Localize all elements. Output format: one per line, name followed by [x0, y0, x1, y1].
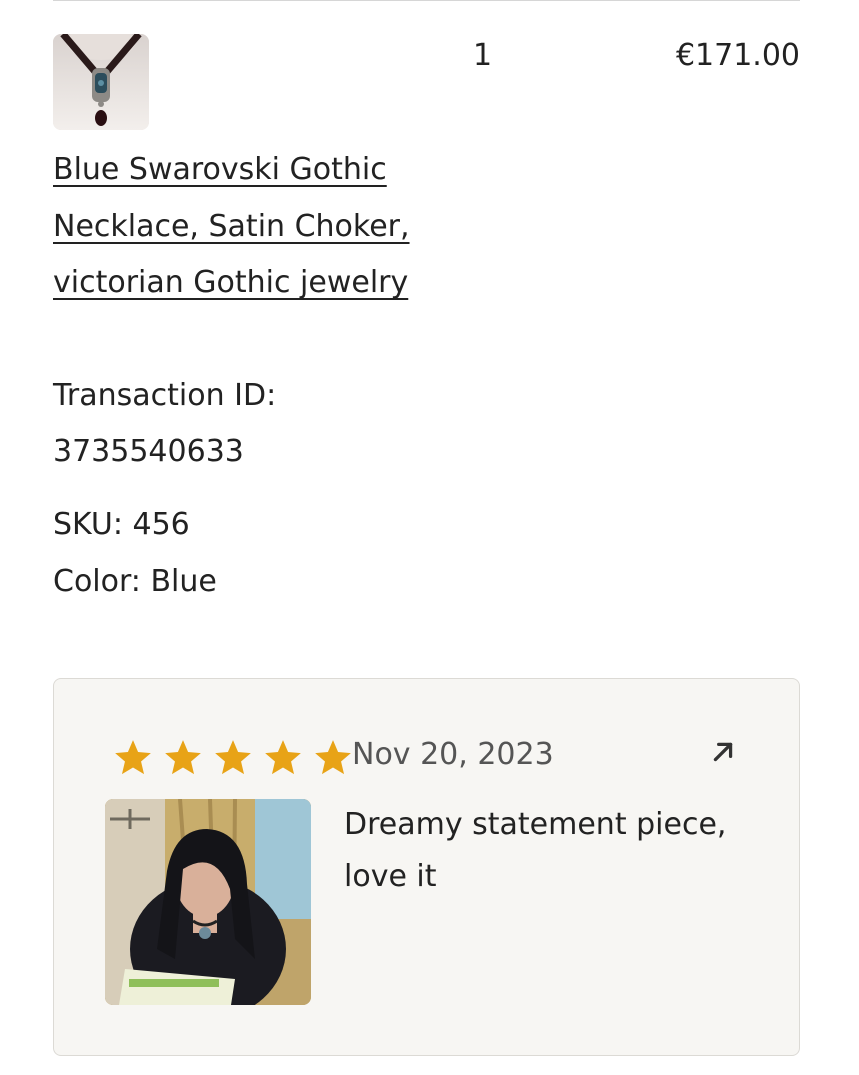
arrow-up-right-icon[interactable]: [710, 739, 736, 765]
review-card: Nov 20, 2023 Dreamy statement piece, lov…: [53, 678, 800, 1056]
necklace-image-icon: [53, 34, 149, 130]
star-rating: [112, 737, 354, 779]
product-thumbnail[interactable]: [53, 34, 149, 130]
review-date: Nov 20, 2023: [352, 737, 554, 772]
item-color: Color: Blue: [53, 564, 217, 599]
top-divider: [53, 0, 800, 1]
star-icon: [165, 740, 201, 775]
item-quantity: 1: [473, 38, 493, 73]
star-icon: [315, 740, 351, 775]
star-icon: [265, 740, 301, 775]
product-title-link[interactable]: Blue Swarovski Gothic Necklace, Satin Ch…: [53, 142, 433, 312]
transaction-label: Transaction ID:: [53, 378, 277, 413]
review-text: Dreamy statement piece, love it: [344, 807, 727, 894]
star-icon: [215, 740, 251, 775]
transaction-id: 3735540633: [53, 434, 244, 469]
item-price: €171.00: [675, 38, 800, 73]
reviewer-photo[interactable]: [105, 799, 311, 1005]
reviewer-photo-image-icon: [105, 799, 311, 1005]
star-icon: [115, 740, 151, 775]
item-sku: SKU: 456: [53, 507, 190, 542]
